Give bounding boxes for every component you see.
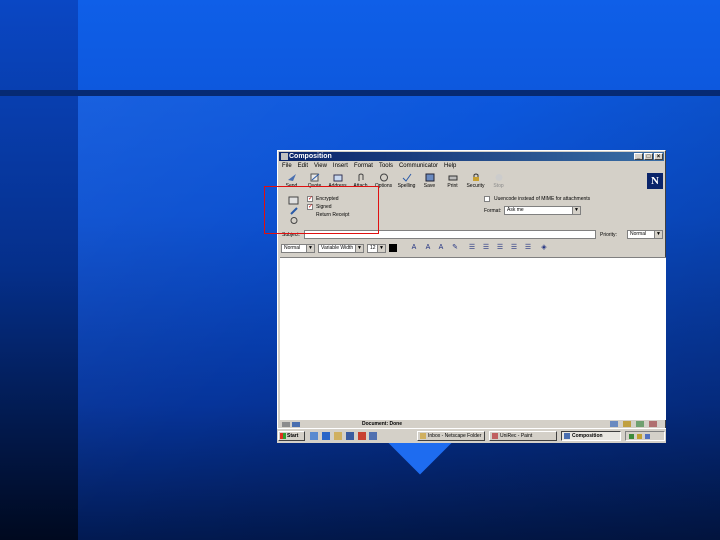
menu-file[interactable]: File: [282, 162, 292, 171]
format-select[interactable]: Ask me ▼: [504, 206, 581, 215]
bulleted-list-icon[interactable]: ☰: [468, 244, 476, 252]
format-toolbar: Normal ▼ Variable Width ▼ 12 ▼ A A A ✎ ☰ ☰ …: [280, 243, 663, 255]
insert-object-icon[interactable]: ◈: [540, 244, 548, 252]
print-button[interactable]: Print: [441, 172, 464, 190]
save-button[interactable]: Save: [418, 172, 441, 190]
text-color-swatch[interactable]: [389, 244, 397, 252]
taskbar-task-paint[interactable]: UniRec - Paint: [489, 431, 557, 441]
menu-bar: File Edit View Insert Format Tools Commu…: [280, 162, 663, 171]
address-icon: [333, 174, 342, 182]
mailbox-icon[interactable]: [623, 421, 631, 427]
maximize-button[interactable]: □: [644, 153, 653, 160]
font-size-select[interactable]: 12 ▼: [367, 244, 386, 253]
component-bar: [610, 421, 657, 427]
alignment-icon[interactable]: ☰: [524, 244, 532, 252]
priority-select[interactable]: Normal ▼: [627, 230, 663, 239]
windows-logo-icon: [280, 433, 286, 439]
send-icon: [287, 174, 296, 181]
tray-icon[interactable]: [629, 434, 634, 439]
font-smaller-icon[interactable]: A: [410, 244, 418, 252]
clear-styles-icon[interactable]: ✎: [451, 244, 459, 252]
browser-icon[interactable]: [322, 432, 330, 440]
quote-icon: [310, 173, 319, 182]
discussions-icon[interactable]: [636, 421, 644, 427]
paint-icon: [492, 433, 498, 439]
chevron-down-icon: ▼: [654, 231, 662, 238]
inbox-icon: [420, 433, 426, 439]
menu-tools[interactable]: Tools: [379, 162, 393, 171]
taskbar-task-composition[interactable]: Composition: [561, 431, 621, 441]
window-title: Composition: [289, 153, 332, 160]
chevron-down-icon: ▼: [306, 245, 314, 252]
title-bar[interactable]: Composition _ □ ×: [279, 152, 664, 161]
stop-icon: [495, 174, 502, 181]
netscape-icon[interactable]: [346, 432, 354, 440]
attach-icon: [358, 173, 363, 181]
navigator-icon[interactable]: [610, 421, 618, 427]
menu-communicator[interactable]: Communicator: [399, 162, 438, 171]
paragraph-style-select[interactable]: Normal ▼: [281, 244, 315, 253]
indent-icon[interactable]: ☰: [510, 244, 518, 252]
minimize-button[interactable]: _: [634, 153, 643, 160]
options-icon: [379, 173, 388, 182]
chevron-down-icon: ▼: [572, 207, 580, 214]
security-status-icon[interactable]: [282, 421, 300, 428]
font-select[interactable]: Variable Width ▼: [318, 244, 364, 253]
save-icon: [425, 173, 434, 182]
taskbar: Start Inbox - Netscape Folder UniRec - P…: [277, 428, 666, 443]
numbered-list-icon[interactable]: ☰: [482, 244, 490, 252]
security-button[interactable]: Security: [464, 172, 487, 190]
uuencode-checkbox[interactable]: [484, 196, 490, 202]
uuencode-label: Uuencode instead of MIME for attachments: [494, 196, 591, 202]
volume-icon[interactable]: [637, 434, 642, 439]
outlook-icon[interactable]: [334, 432, 342, 440]
menu-format[interactable]: Format: [354, 162, 373, 171]
chevron-down-icon: ▼: [355, 245, 363, 252]
quick-launch-icon[interactable]: [358, 432, 366, 440]
desktop-icon[interactable]: [310, 432, 318, 440]
message-body[interactable]: [280, 257, 666, 420]
spelling-icon: [402, 173, 411, 182]
italic-icon[interactable]: A: [437, 244, 445, 252]
menu-insert[interactable]: Insert: [333, 162, 348, 171]
menu-edit[interactable]: Edit: [298, 162, 308, 171]
chevron-down-icon: ▼: [377, 245, 385, 252]
format-label: Format:: [484, 208, 502, 214]
start-button[interactable]: Start: [278, 431, 305, 441]
bold-icon[interactable]: A: [424, 244, 432, 252]
background-left-band: [0, 0, 78, 540]
menu-view[interactable]: View: [314, 162, 327, 171]
taskbar-task-inbox[interactable]: Inbox - Netscape Folder: [417, 431, 485, 441]
quick-launch-icon[interactable]: [369, 432, 377, 440]
menu-help[interactable]: Help: [444, 162, 456, 171]
netscape-logo: N: [647, 173, 663, 189]
highlight-box: [264, 186, 379, 234]
tray-icon[interactable]: [645, 434, 650, 439]
system-tray: [625, 431, 665, 441]
stop-button[interactable]: Stop: [487, 172, 510, 190]
priority-label: Priority:: [600, 232, 617, 238]
composer-icon[interactable]: [649, 421, 657, 427]
outdent-icon[interactable]: ☰: [496, 244, 504, 252]
close-button[interactable]: ×: [654, 153, 663, 160]
spelling-button[interactable]: Spelling: [395, 172, 418, 190]
print-icon: [448, 175, 457, 181]
composition-icon: [564, 433, 570, 439]
security-icon: [472, 173, 479, 181]
app-icon: [281, 153, 288, 160]
